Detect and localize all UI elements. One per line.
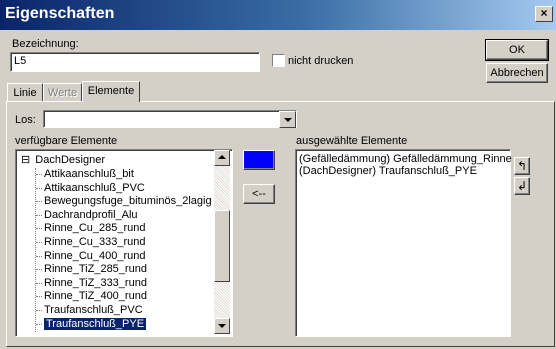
list-item[interactable]: (DachDesigner) Traufanschluß_PYE [299,165,477,177]
tree-item-label: Rinne_Cu_285_rund [44,222,146,235]
tree-item[interactable]: Rinne_Cu_400_rund [44,249,146,263]
window-title: Eigenschaften [5,5,115,22]
tree-item-label: Rinne_Cu_400_rund [44,249,146,262]
remove-element-button[interactable]: <-- [243,184,275,204]
tree-branch-line [36,269,42,271]
tree-item[interactable]: Rinne_Cu_333_rund [44,235,146,249]
close-icon: × [540,6,548,20]
tree-branch-line [36,255,42,257]
tree-branch-line [36,228,42,230]
tree-branch-line [36,187,42,189]
available-elements-tree[interactable]: ⊟ DachDesigner Attikaanschluß_bit Attikaa… [15,149,233,337]
tree-item-label: Dachrandprofil_Alu [44,208,138,221]
tree-item[interactable]: Dachrandprofil_Alu [44,208,138,222]
tree-collapse-icon[interactable]: ⊟ [21,154,30,166]
tab-elemente[interactable]: Elemente [82,81,140,102]
tree-root[interactable]: ⊟ DachDesigner [21,153,105,167]
tree-branch-line [36,174,42,175]
add-element-button[interactable]: --> [243,150,275,170]
nicht-drucken-checkbox[interactable] [272,54,285,67]
scroll-down-icon[interactable] [214,318,230,334]
abbrechen-button[interactable]: Abbrechen [486,63,548,83]
properties-dialog: Eigenschaften × Bezeichnung: L5 nicht dr… [0,0,556,349]
move-down-button[interactable]: ↲ [514,177,530,195]
tree-item[interactable]: Rinne_TiZ_333_rund [44,276,147,290]
tree-item-label: Rinne_TiZ_400_rund [44,290,147,303]
tree-branch-line [36,282,42,284]
tab-linie-label: Linie [13,87,37,99]
tree-item[interactable]: Attikaanschluß_PVC [44,181,145,195]
tree-item-label: Bewegungsfuge_bituminös_2lagig [44,195,212,208]
tree-guide-line [35,168,36,332]
tab-werte[interactable]: Werte [43,83,82,102]
move-up-icon: ↰ [516,159,528,173]
selected-elements-list[interactable]: (Gefälledämmung) Gefälledämmung_Rinne (D… [295,149,512,337]
tree-root-label: DachDesigner [35,154,105,166]
tree-item[interactable]: Bewegungsfuge_bituminös_2lagig [44,194,212,208]
bezeichnung-value: L5 [14,55,27,67]
tree-item-label: Traufanschluß_PVC [44,304,143,316]
tree-item[interactable]: Traufanschluß_PYE [42,316,148,331]
tree-branch-line [36,201,42,203]
tree-item-label: Rinne_Cu_333_rund [44,236,146,248]
bezeichnung-input[interactable]: L5 [10,52,260,72]
move-down-icon: ↲ [516,179,528,193]
los-select[interactable] [43,110,297,128]
tree-item-label: Attikaanschluß_bit [44,168,134,180]
verfuegbar-label: verfügbare Elemente [15,135,118,147]
scroll-thumb[interactable] [214,210,230,282]
tree-item[interactable]: Attikaanschluß_bit [44,167,134,181]
elemente-panel: Los: verfügbare Elemente ausgewählte Ele… [6,101,555,347]
tab-elemente-label: Elemente [87,85,135,97]
tab-linie[interactable]: Linie [7,83,43,102]
list-item[interactable]: (Gefälledämmung) Gefälledämmung_Rinne [299,153,512,165]
tree-branch-line [36,242,42,243]
tree-branch-line [36,323,42,325]
move-up-button[interactable]: ↰ [514,157,530,175]
tree-item-label: Rinne_TiZ_285_rund [44,263,147,276]
tree-item-label: Rinne_TiZ_333_rund [44,276,147,289]
close-button[interactable]: × [535,6,553,22]
tree-scrollbar[interactable] [214,150,230,334]
tree-item[interactable]: Rinne_TiZ_400_rund [44,289,147,303]
add-element-label: --> [252,154,266,166]
tree-item-label: Traufanschluß_PYE [42,316,148,331]
tree-branch-line [36,310,42,311]
tab-werte-label: Werte [47,87,78,99]
title-bar[interactable]: Eigenschaften × [0,0,556,30]
tree-item[interactable]: Rinne_Cu_285_rund [44,221,146,235]
bezeichnung-label: Bezeichnung: [12,38,79,50]
nicht-drucken-label[interactable]: nicht drucken [288,55,353,67]
tree-item[interactable]: Rinne_TiZ_285_rund [44,262,147,276]
tree-item-label: Attikaanschluß_PVC [44,181,145,194]
chevron-down-icon[interactable] [279,111,296,128]
los-label: Los: [15,114,36,126]
ok-button[interactable]: OK [485,39,549,61]
tree-branch-line [36,296,42,298]
tree-branch-line [36,214,42,216]
tree-item[interactable]: Traufanschluß_PVC [44,303,143,317]
ausgewaehlt-label: ausgewählte Elemente [296,135,408,147]
scroll-up-icon[interactable] [214,150,230,166]
